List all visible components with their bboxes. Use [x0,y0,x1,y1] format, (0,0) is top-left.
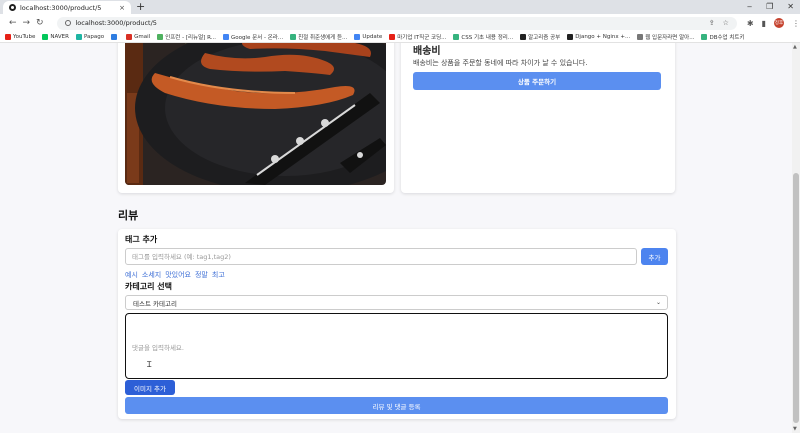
new-tab-button[interactable]: + [136,0,145,14]
bookmark-item[interactable]: YouTube [5,34,35,40]
bookmark-item[interactable] [111,34,119,40]
bookmark-favicon-icon [75,34,82,40]
bookmark-item[interactable]: 알고리즘 공부 [520,33,560,41]
bookmark-item[interactable]: CSS 기초 내용 정리... [453,33,513,41]
extensions-icon[interactable]: ✱ [747,19,754,28]
tag-input[interactable] [125,248,637,265]
bookmark-label: 인프런 - [리뉴얼] R... [165,35,216,41]
page-viewport: 배송비 배송비는 상품을 주문할 동네에 따라 차이가 날 수 있습니다. 상품… [0,43,792,433]
tag-chip[interactable]: 소세지 [142,270,161,280]
bookmark-item[interactable]: Google 문서 - 온라... [222,33,284,41]
browser-tab-bar: localhost:3000/product/5 × + ‒ ❐ ✕ [0,0,800,14]
category-section-title: 카테고리 선택 [125,282,172,291]
bookmark-item[interactable]: Django + Nginx +... [567,34,630,40]
share-icon[interactable]: ⇪ [709,19,715,27]
bookmark-favicon-icon [453,34,460,40]
bookmark-favicon-icon [354,34,361,40]
bookmark-favicon-icon [567,34,574,40]
tag-section-title: 태그 추가 [125,235,158,244]
side-panel-icon[interactable]: ▮ [762,19,766,28]
tab-close-icon[interactable]: × [119,4,125,12]
shipping-title: 배송비 [413,46,441,57]
bookmark-item[interactable]: 인프런 - [리뉴얼] R... [157,33,216,41]
bookmark-item[interactable]: 마기업 IT직군 코딩... [389,33,446,41]
browser-tab[interactable]: localhost:3000/product/5 × [3,1,131,14]
bookmark-favicon-icon [290,34,297,40]
tag-chip[interactable]: 최고 [212,270,225,280]
bookmark-label: Papago [83,34,105,40]
bookmark-label: 웹 입문자라면 알아... [645,35,695,41]
bookmark-label: CSS 기초 내용 정리... [461,35,514,41]
tag-chip[interactable]: 정말 [195,270,208,280]
bookmark-item[interactable]: 웹 입문자라면 알아... [637,33,694,41]
category-selected-value: 테스트 카테고리 [133,299,177,308]
minimize-icon[interactable]: ‒ [747,0,752,14]
bookmark-label: NAVER [50,34,69,40]
bookmark-item[interactable]: NAVER [42,34,69,40]
restore-icon[interactable]: ❐ [766,0,773,14]
bookmark-label: Google 문서 - 온라... [230,35,284,41]
bookmark-label: 마기업 IT직군 코딩... [397,35,447,41]
chevron-down-icon: ⌄ [655,299,661,306]
shipping-card: 배송비 배송비는 상품을 주문할 동네에 따라 차이가 날 수 있습니다. 상품… [401,43,675,193]
address-bar[interactable]: localhost:3000/product/5 ⇪ ☆ [56,16,737,30]
review-form-card: 태그 추가 추가 예시 소세지 맛있어요 정말 최고 카테고리 선택 테스트 카테고리 … [118,229,676,419]
bookmark-favicon-icon [126,34,133,40]
close-window-icon[interactable]: ✕ [787,0,794,14]
bookmark-favicon-icon [701,34,708,40]
bookmark-item[interactable]: Update [354,34,382,40]
tag-chip[interactable]: 예시 [125,270,138,280]
order-button[interactable]: 상품 주문하기 [413,72,661,90]
text-cursor-icon: Ɪ [147,360,152,369]
bookmark-label: DB수업 치트키 [709,35,745,41]
tag-chip[interactable]: 맛있어요 [165,270,191,280]
favicon-icon [9,4,16,11]
bookmark-favicon-icon [111,34,118,40]
scroll-up-icon[interactable]: ▲ [793,44,797,50]
profile-avatar[interactable]: 정후 [773,18,784,28]
comment-textarea[interactable] [125,313,668,379]
window-controls: ‒ ❐ ✕ [747,0,794,14]
bookmark-label: Gmail [134,34,151,40]
product-image [125,43,386,185]
category-select[interactable]: 테스트 카테고리 ⌄ [125,295,668,310]
image-add-button[interactable]: 이미지 추가 [125,380,175,395]
scrollbar-thumb[interactable] [793,173,799,423]
tag-add-button[interactable]: 추가 [641,248,668,265]
bookmark-favicon-icon [222,34,229,40]
bookmark-label: Update [362,34,383,40]
bookmark-item[interactable]: Gmail [126,34,150,40]
page-scrollbar[interactable]: ▲ ▼ [792,43,800,433]
bookmark-favicon-icon [157,34,164,40]
bookmark-item[interactable]: DB수업 치트키 [701,33,745,41]
bookmark-label: 친절 취준생에게 듣... [298,35,348,41]
url-text: localhost:3000/product/5 [75,19,157,27]
browser-toolbar: ← → ↻ localhost:3000/product/5 ⇪ ☆ ✱ ▮ 정… [0,14,800,32]
bookmark-star-icon[interactable]: ☆ [723,19,729,27]
shipping-description: 배송비는 상품을 주문할 동네에 따라 차이가 날 수 있습니다. [413,59,588,67]
bookmark-favicon-icon [389,34,396,40]
scroll-down-icon[interactable]: ▼ [793,426,797,432]
menu-icon[interactable]: ⋮ [792,19,800,28]
bookmarks-bar: YouTube NAVER Papago Gmail 인프런 - [리뉴얼] R... G… [0,32,800,43]
product-image-card [118,43,394,193]
review-submit-button[interactable]: 리뷰 및 댓글 등록 [125,397,668,414]
bookmark-label: 알고리즘 공부 [528,35,561,41]
bookmark-favicon-icon [520,34,527,40]
bookmark-label: YouTube [13,34,36,40]
tag-list: 예시 소세지 맛있어요 정말 최고 [125,270,225,280]
tab-title: localhost:3000/product/5 [20,3,102,12]
review-heading: 리뷰 [118,209,139,222]
bookmark-label: Django + Nginx +... [575,34,631,40]
bookmark-favicon-icon [637,34,644,40]
bookmark-favicon-icon [5,34,11,40]
forward-icon[interactable]: → [20,18,34,28]
bookmark-item[interactable]: Papago [75,34,105,40]
bookmark-favicon-icon [42,34,49,40]
bookmark-item[interactable]: 친절 취준생에게 듣... [290,33,347,41]
site-info-icon[interactable] [64,20,71,26]
reload-icon[interactable]: ↻ [33,18,47,28]
back-icon[interactable]: ← [6,18,20,28]
